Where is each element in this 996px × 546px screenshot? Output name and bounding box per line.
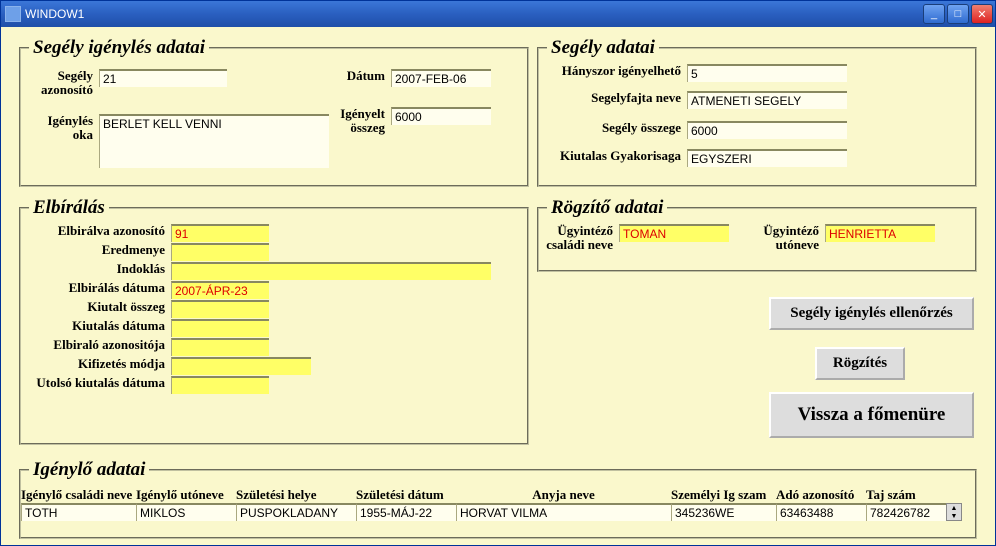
header-applicant-ssn: Taj szám <box>866 487 946 503</box>
label-recorder-lname: Ügyintéző családi neve <box>539 224 619 252</box>
field-review-paid[interactable] <box>171 300 269 318</box>
cell-applicant-mother[interactable]: HORVAT VILMA <box>456 503 671 521</box>
cell-applicant-birthdate[interactable]: 1955-MÁJ-22 <box>356 503 456 521</box>
titlebar: WINDOW1 _ □ ✕ <box>1 1 995 27</box>
field-recorder-lname[interactable]: TOMAN <box>619 224 729 242</box>
legend-recorder: Rögzítő adatai <box>547 197 667 219</box>
label-review-lastpay: Utolsó kiutalás dátuma <box>21 376 171 390</box>
back-button[interactable]: Vissza a főmenüre <box>769 392 974 438</box>
window: WINDOW1 _ □ ✕ Segély igénylés adatai Seg… <box>0 0 996 546</box>
label-recorder-fname: Ügyintéző utóneve <box>745 224 825 252</box>
cell-applicant-taxid[interactable]: 63463488 <box>776 503 866 521</box>
legend-applicant: Igénylő adatai <box>29 459 149 481</box>
label-review-paymode: Kifizetés módja <box>21 357 171 371</box>
client-area: Segély igénylés adatai Segély azonosító … <box>1 27 995 545</box>
header-applicant-birthdate: Születési dátum <box>356 487 456 503</box>
field-request-date[interactable]: 2007-FEB-06 <box>391 69 491 87</box>
field-aid-type[interactable]: ATMENETI SEGELY <box>687 91 847 109</box>
header-applicant-idnum: Személyi Ig szam <box>671 487 776 503</box>
label-review-result: Eredmenye <box>21 243 171 257</box>
label-request-id: Segély azonosító <box>29 69 99 97</box>
label-review-paid: Kiutalt összeg <box>21 300 171 314</box>
field-review-reason[interactable] <box>171 262 491 280</box>
field-request-id[interactable]: 21 <box>99 69 227 87</box>
cell-applicant-fname[interactable]: MIKLOS <box>136 503 236 521</box>
maximize-button[interactable]: □ <box>947 4 969 24</box>
label-request-reason: Igénylés oka <box>29 114 99 142</box>
header-applicant-birthplace: Születési helye <box>236 487 356 503</box>
legend-review: Elbírálás <box>29 197 109 219</box>
field-aid-times[interactable]: 5 <box>687 64 847 82</box>
spinner-up-icon[interactable]: ▲ <box>947 504 961 512</box>
label-request-amount: Igényelt összeg <box>331 107 391 135</box>
label-aid-sum: Segély összege <box>547 121 687 135</box>
field-aid-sum[interactable]: 6000 <box>687 121 847 139</box>
cell-applicant-ssn[interactable]: 782426782 <box>866 503 946 521</box>
field-review-paymode[interactable] <box>171 357 311 375</box>
label-review-reason: Indoklás <box>21 262 171 276</box>
app-icon <box>5 6 21 22</box>
field-review-reviewer[interactable] <box>171 338 269 356</box>
field-recorder-fname[interactable]: HENRIETTA <box>825 224 935 242</box>
cell-applicant-idnum[interactable]: 345236WE <box>671 503 776 521</box>
label-review-rdate: Elbirálás dátuma <box>21 281 171 295</box>
label-review-paydate: Kiutalás dátuma <box>21 319 171 333</box>
label-request-date: Dátum <box>331 69 391 83</box>
group-review: Elbírálás Elbirálva azonosító 91 Eredmen… <box>19 197 529 445</box>
label-aid-times: Hányszor igényelhető <box>547 64 687 78</box>
header-applicant-taxid: Adó azonosító <box>776 487 866 503</box>
group-aid: Segély adatai Hányszor igényelhető 5 Seg… <box>537 37 977 187</box>
label-aid-freq: Kiutalas Gyakorisaga <box>547 149 687 163</box>
group-request: Segély igénylés adatai Segély azonosító … <box>19 37 529 187</box>
close-button[interactable]: ✕ <box>971 4 993 24</box>
header-applicant-fname: Igénylő utóneve <box>136 487 236 503</box>
field-review-rid[interactable]: 91 <box>171 224 269 242</box>
field-request-reason[interactable]: BERLET KELL VENNI <box>99 114 329 168</box>
header-applicant-mother: Anyja neve <box>456 487 671 503</box>
label-review-reviewer: Elbiraló azonositója <box>21 338 171 352</box>
label-review-rid: Elbirálva azonosító <box>21 224 171 238</box>
header-applicant-lname: Igénylő családi neve <box>21 487 136 503</box>
legend-aid: Segély adatai <box>547 37 659 59</box>
field-review-lastpay[interactable] <box>171 376 269 394</box>
cell-applicant-lname[interactable]: TOTH <box>21 503 136 521</box>
check-button[interactable]: Segély igénylés ellenőrzés <box>769 297 974 330</box>
field-review-result[interactable] <box>171 243 269 261</box>
cell-applicant-birthplace[interactable]: PUSPOKLADANY <box>236 503 356 521</box>
row-spinner[interactable]: ▲ ▼ <box>946 503 962 521</box>
field-request-amount[interactable]: 6000 <box>391 107 491 125</box>
group-applicant: Igénylő adatai Igénylő családi neve Igén… <box>19 459 977 539</box>
field-review-paydate[interactable] <box>171 319 269 337</box>
spinner-down-icon[interactable]: ▼ <box>947 512 961 520</box>
record-button[interactable]: Rögzítés <box>815 347 905 380</box>
minimize-button[interactable]: _ <box>923 4 945 24</box>
label-aid-type: Segelyfajta neve <box>547 91 687 105</box>
legend-request: Segély igénylés adatai <box>29 37 209 59</box>
field-review-rdate[interactable]: 2007-ÁPR-23 <box>171 281 269 299</box>
table-row: TOTH MIKLOS PUSPOKLADANY 1955-MÁJ-22 HOR… <box>21 503 969 521</box>
window-title: WINDOW1 <box>25 7 923 21</box>
field-aid-freq[interactable]: EGYSZERI <box>687 149 847 167</box>
group-recorder: Rögzítő adatai Ügyintéző családi neve TO… <box>537 197 977 272</box>
